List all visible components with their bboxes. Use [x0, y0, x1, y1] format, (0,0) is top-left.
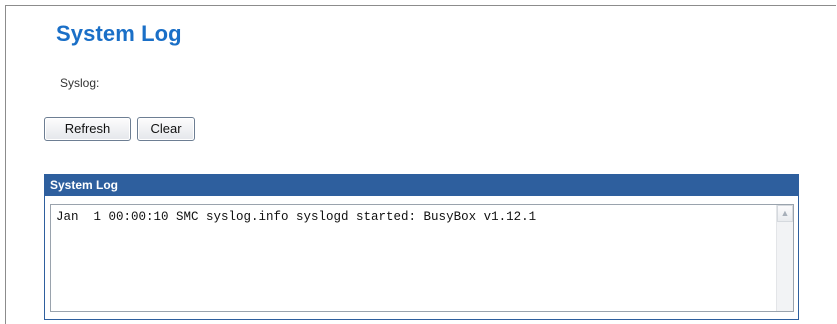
page-title: System Log — [56, 21, 182, 46]
clear-button[interactable]: Clear — [137, 117, 195, 141]
log-panel-header: System Log — [44, 174, 799, 196]
log-scrollbar[interactable]: ▲ — [776, 205, 793, 311]
refresh-button[interactable]: Refresh — [44, 117, 131, 141]
syslog-label: Syslog: — [60, 76, 100, 90]
log-line: Jan 1 00:00:10 SMC syslog.info syslogd s… — [56, 210, 537, 224]
log-panel: Jan 1 00:00:10 SMC syslog.info syslogd s… — [44, 196, 799, 320]
chevron-up-icon[interactable]: ▲ — [777, 205, 793, 222]
log-textarea[interactable]: Jan 1 00:00:10 SMC syslog.info syslogd s… — [50, 204, 794, 312]
